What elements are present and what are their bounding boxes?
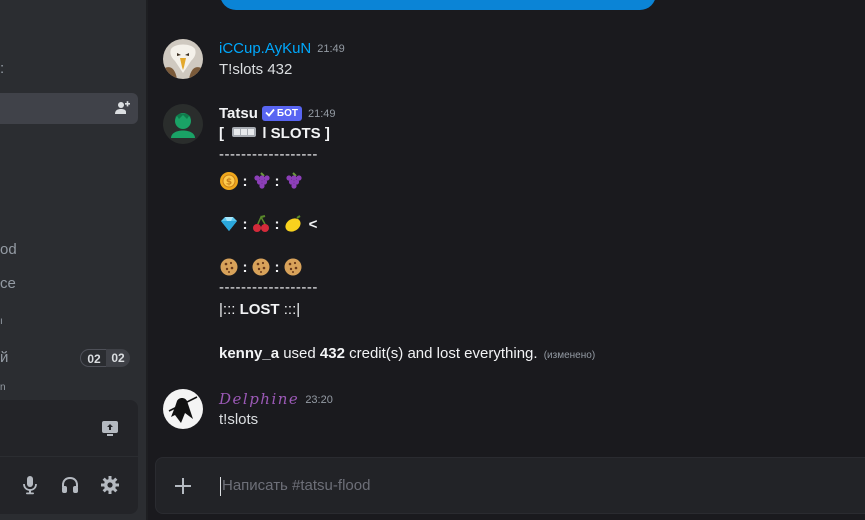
edited-label: (изменено) (543, 350, 596, 361)
message-text: t!slots (219, 411, 259, 428)
summary-amount: 432 (319, 345, 345, 362)
author-name[interactable]: iCCup.AyKuN (219, 40, 311, 57)
cookie-icon (252, 258, 270, 276)
slot-row: $ : : (219, 171, 303, 191)
slots-title-bracket: [ (219, 125, 224, 142)
timestamp: 23:20 (305, 394, 333, 406)
result-word: LOST (239, 301, 280, 318)
gear-icon[interactable] (100, 475, 120, 495)
sidebar-fragment: ı (0, 316, 3, 327)
timestamp: 21:49 (307, 108, 336, 120)
cherries-icon (253, 215, 269, 232)
slot-row: : : (219, 257, 303, 277)
message: Delphine 23:20 t!slots (163, 389, 853, 433)
message: Tatsu БОТ 21:49 [ l SLOTS ] --------------… (163, 104, 853, 366)
summary-line: kenny_a used 432 credit(s) and lost ever… (219, 345, 595, 362)
coin-icon: $ (220, 172, 238, 190)
count-badge-right: 02 (106, 349, 130, 367)
channel-sidebar: : od ce ı й 02 02 n (0, 0, 148, 520)
message-text: T!slots 432 (219, 61, 293, 78)
sidebar-item-active[interactable] (0, 93, 138, 124)
message-input[interactable]: Написать #tatsu-flood (222, 477, 370, 494)
grapes-icon (286, 172, 302, 189)
user-panel (0, 400, 138, 514)
divider-dashes: ------------------ (219, 279, 318, 296)
sidebar-fragment: n (0, 382, 6, 393)
bot-avatar-image (163, 104, 203, 144)
summary-rest: credit(s) and lost everything. (349, 345, 538, 362)
checkmark-icon (265, 108, 275, 117)
chat-area: iCCup.AyKuN 21:49 T!slots 432 Tatsu БОТ 21:… (148, 0, 865, 520)
avatar[interactable] (163, 104, 203, 144)
message: iCCup.AyKuN 21:49 T!slots 432 (163, 39, 853, 83)
slot-row: : : < (219, 214, 319, 234)
bot-tag-label: БОТ (276, 108, 298, 119)
bot-tag: БОТ (261, 106, 302, 121)
count-badge-left: 02 (80, 349, 108, 367)
screen-share-icon[interactable] (100, 419, 120, 439)
cookie-icon (284, 258, 302, 276)
jump-banner[interactable] (220, 0, 656, 10)
avatar[interactable] (163, 389, 203, 429)
diamond-icon (221, 217, 237, 231)
sidebar-fragment[interactable]: й (0, 349, 8, 366)
winning-row-marker: < (308, 215, 318, 233)
sidebar-fragment[interactable]: ce (0, 275, 16, 292)
divider-dashes: ------------------ (219, 146, 318, 163)
avatar[interactable] (163, 39, 203, 79)
cookie-icon (220, 258, 238, 276)
slots-title: [ l SLOTS ] (219, 125, 330, 142)
result-line: |::: LOST :::| (219, 301, 300, 318)
slot-machine-icon (232, 127, 257, 137)
sidebar-fragment[interactable]: od (0, 241, 17, 258)
author-name[interactable]: Delphine (219, 390, 299, 408)
slots-title-text: l SLOTS ] (262, 125, 330, 142)
result-suffix: :::| (283, 301, 301, 318)
timestamp: 21:49 (317, 43, 345, 55)
sidebar-fragment: : (0, 60, 5, 77)
plus-icon[interactable] (172, 475, 194, 497)
panel-divider (0, 456, 138, 457)
summary-user: kenny_a (219, 345, 280, 362)
samurai-avatar-image (163, 389, 203, 429)
add-member-icon[interactable] (114, 100, 130, 116)
message-input-bar: Написать #tatsu-flood (155, 457, 865, 514)
summary-used: used (283, 345, 316, 362)
text-caret (220, 477, 221, 496)
author-name[interactable]: Tatsu (219, 105, 258, 122)
headphones-icon[interactable] (60, 475, 80, 495)
eagle-avatar-image (163, 39, 203, 79)
result-prefix: |::: (219, 301, 236, 318)
microphone-icon[interactable] (20, 475, 40, 495)
svg-text:$: $ (226, 178, 232, 188)
grapes-icon (254, 172, 270, 189)
lemon-icon (285, 215, 301, 232)
